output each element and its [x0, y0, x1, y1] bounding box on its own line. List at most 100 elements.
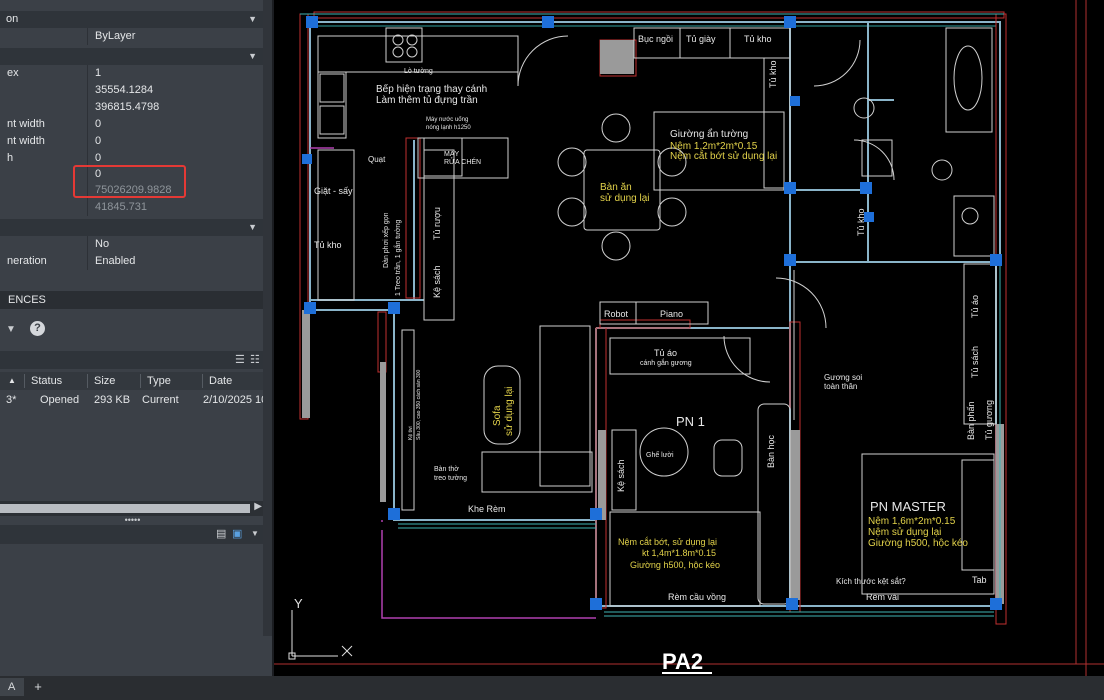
property-row[interactable]: No — [0, 236, 263, 253]
plan-label: Lò tường — [404, 68, 433, 75]
column-date[interactable]: Date — [209, 372, 232, 390]
property-row[interactable]: nt width 0 — [0, 133, 263, 150]
column-type[interactable]: Type — [147, 372, 171, 390]
plan-label: Bếp hiện trạng thay cánh — [376, 83, 487, 95]
property-row[interactable]: ByLayer — [0, 28, 263, 45]
plan-label: Khe Rèm — [468, 504, 506, 514]
property-row[interactable]: 41845.731 — [0, 199, 263, 216]
xref-column-header: ▲ Status Size Type Date — [0, 372, 265, 390]
table-row[interactable]: 3* Opened 293 KB Current 2/10/2025 10: — [0, 392, 270, 409]
file-size: 293 KB — [94, 394, 131, 406]
plan-label: Robot — [604, 309, 629, 319]
chevron-down-icon[interactable]: ▼ — [248, 48, 257, 65]
property-value[interactable]: 1 — [95, 65, 101, 82]
property-value[interactable]: Enabled — [95, 253, 135, 270]
property-value[interactable]: 35554.1284 — [95, 82, 153, 99]
plan-label: Sâu 300, cao 350 cách sàn 300 — [416, 369, 422, 440]
section-header[interactable]: ▼ — [0, 48, 263, 65]
floor-plan[interactable]: Lò tường Bếp hiện trạng thay cánh Làm th… — [274, 0, 1104, 676]
property-row[interactable]: 396815.4798 — [0, 99, 263, 116]
autocad-window: on ▼ ByLayer ▼ ex 1 35554.1284 396815.4798… — [0, 0, 1104, 700]
plan-label: Tủ rượu — [432, 207, 442, 240]
property-value[interactable]: ByLayer — [95, 28, 135, 45]
chevron-down-icon[interactable]: ▼ — [248, 11, 257, 28]
plan-label: Dàn phơi xếp gọn — [381, 212, 390, 268]
property-label: nt width — [7, 118, 45, 130]
plan-label: Tủ giày — [686, 34, 716, 44]
property-row[interactable]: ex 1 — [0, 65, 263, 82]
file-status: Opened — [40, 394, 80, 406]
horizontal-scrollbar[interactable]: ▶ — [0, 501, 265, 516]
plan-label: MÁY — [444, 149, 460, 158]
red-highlight-box — [73, 165, 186, 198]
add-tab-button[interactable]: + — [30, 678, 46, 696]
room-label-pn1: PN 1 — [676, 414, 705, 429]
dropdown-arrow-icon[interactable]: ▼ — [6, 324, 16, 335]
section-header[interactable]: on ▼ — [0, 11, 263, 28]
property-label: neration — [7, 255, 47, 267]
plan-label: Tủ sách — [970, 346, 980, 378]
property-value[interactable]: 0 — [95, 133, 101, 150]
file-date: 2/10/2025 10: — [203, 394, 271, 406]
plan-label: Bàn ăn — [600, 182, 632, 193]
list-view-icon[interactable]: ☰ — [235, 353, 245, 366]
room-label-pn-master: PN MASTER — [870, 499, 946, 514]
property-label: nt width — [7, 135, 45, 147]
ucs-icon — [288, 610, 353, 660]
sort-arrow-icon[interactable]: ▲ — [8, 372, 16, 390]
plan-label: Làm thêm tủ đựng trần — [376, 94, 478, 106]
plan-label: sử dụng lại — [600, 192, 650, 204]
details-bar: ▤ ▣ ▼ — [0, 525, 265, 543]
plan-label: Giường h500, hộc kéo — [868, 538, 968, 549]
details-icon[interactable]: ▤ — [216, 527, 226, 540]
plan-label: Quạt — [368, 155, 386, 164]
column-status[interactable]: Status — [31, 372, 62, 390]
plan-label: Nệm 1,6m*2m*0.15 — [868, 516, 956, 527]
property-value: 41845.731 — [95, 201, 147, 213]
plan-label: Gương soi — [824, 373, 862, 382]
plan-label: Bàn học — [766, 434, 776, 468]
plan-label: Nệm sử dụng lại — [868, 526, 941, 538]
property-value[interactable]: No — [95, 236, 109, 253]
plan-label: Tủ kho — [768, 60, 778, 88]
plan-label: cánh gắn gương — [640, 358, 692, 367]
property-label: ex — [7, 67, 19, 79]
splitter-grip[interactable]: ••••• — [0, 516, 265, 525]
property-row[interactable]: nt width 0 — [0, 116, 263, 133]
tree-view-icon[interactable]: ☷ — [250, 353, 260, 366]
plan-label: Kệ sách — [432, 265, 442, 298]
xref-palette-title: ENCES — [0, 291, 272, 309]
property-row[interactable]: neration Enabled — [0, 253, 263, 270]
tab-layout[interactable]: A — [0, 678, 24, 696]
property-label: h — [7, 152, 14, 164]
plan-label: 1 Treo trần, 1 gắn tường — [393, 220, 402, 296]
chevron-down-icon[interactable]: ▼ — [248, 219, 257, 236]
section-label: on — [6, 13, 19, 25]
property-row[interactable]: 35554.1284 — [0, 82, 263, 99]
details-pane — [0, 543, 265, 636]
drawing-title: PA2 — [662, 649, 703, 674]
palette-scrollbar[interactable] — [263, 0, 272, 636]
layout-tabs: A + — [0, 676, 1104, 700]
plan-label: Rèm vải — [866, 592, 899, 602]
plan-label: Giường ẩn tường — [670, 128, 748, 140]
properties-palette: on ▼ ByLayer ▼ ex 1 35554.1284 396815.4798… — [0, 0, 272, 700]
plan-label: Tủ áo — [654, 348, 677, 358]
plan-label: Giặt - sấy — [314, 186, 353, 196]
plan-label: Tủ kho — [744, 34, 772, 44]
help-icon[interactable]: ? — [30, 321, 45, 336]
property-value[interactable]: 396815.4798 — [95, 99, 159, 116]
plan-label: Giường h500, hộc kéo — [630, 560, 720, 570]
section-header[interactable]: ▼ — [0, 219, 263, 236]
plan-label: Rèm cầu vồng — [668, 592, 726, 602]
column-size[interactable]: Size — [94, 372, 115, 390]
chevron-down-icon[interactable]: ▼ — [251, 529, 259, 538]
plan-label: nóng lạnh h1250 — [426, 125, 471, 131]
plan-label: Nệm cắt bớt, sử dụng lại — [618, 537, 717, 547]
preview-icon[interactable]: ▣ — [232, 527, 242, 540]
chevron-right-icon[interactable]: ▶ — [254, 501, 262, 512]
property-value[interactable]: 0 — [95, 116, 101, 133]
drawing-canvas[interactable]: Lò tường Bếp hiện trạng thay cánh Làm th… — [274, 0, 1104, 676]
plan-label: Sofa — [492, 405, 503, 426]
scrollbar-thumb[interactable] — [0, 504, 250, 513]
